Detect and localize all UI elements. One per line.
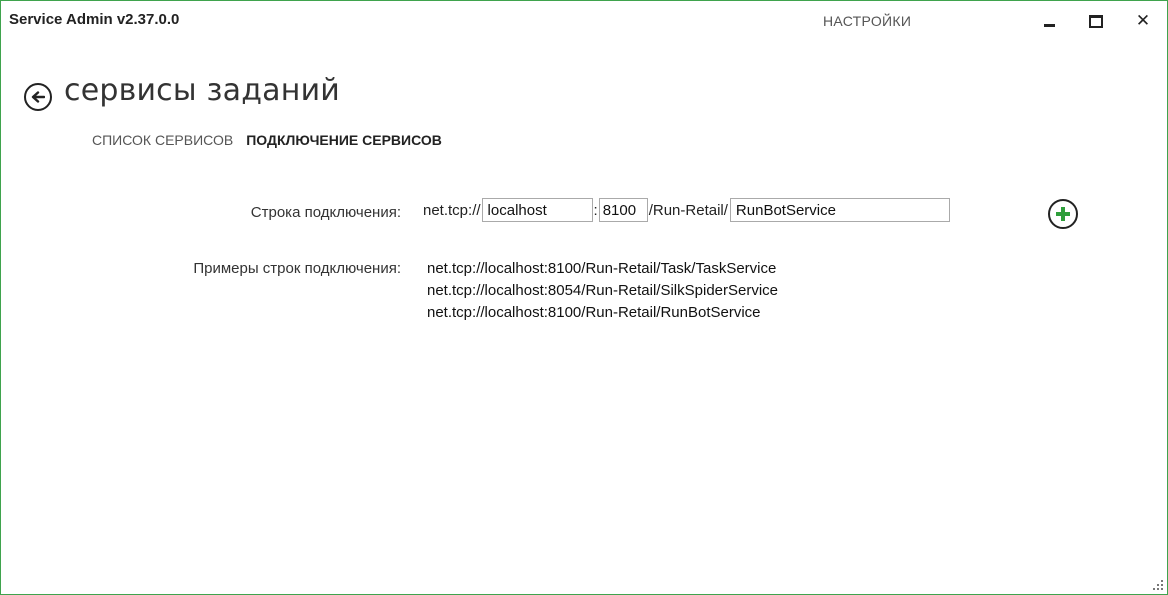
maximize-button[interactable] xyxy=(1080,7,1112,35)
plus-circle-icon xyxy=(1056,207,1070,221)
example-item: net.tcp://localhost:8100/Run-Retail/Task… xyxy=(427,260,777,277)
examples-label: Примеры строк подключения: xyxy=(193,260,401,277)
example-item: net.tcp://localhost:8054/Run-Retail/Silk… xyxy=(427,282,779,299)
examples-list: net.tcp://localhost:8100/Run-Retail/Task… xyxy=(427,258,778,324)
add-connection-button[interactable] xyxy=(1048,199,1078,229)
protocol-prefix: net.tcp:// xyxy=(423,201,481,219)
connection-string-label: Строка подключения: xyxy=(250,204,401,221)
tab-bar: СПИСОК СЕРВИСОВ ПОДКЛЮЧЕНИЕ СЕРВИСОВ xyxy=(92,132,442,148)
minimize-button[interactable] xyxy=(1033,7,1065,35)
connection-string-row: net.tcp:// localhost : 8100 /Run-Retail/… xyxy=(423,198,950,222)
resize-grip-icon[interactable] xyxy=(1151,578,1163,590)
port-input[interactable]: 8100 xyxy=(598,198,648,222)
back-button[interactable] xyxy=(24,83,52,111)
page-title: сервисы заданий xyxy=(64,73,340,108)
minimize-icon xyxy=(1043,24,1055,27)
app-window: Service Admin v2.37.0.0 НАСТРОЙКИ ✕ серв… xyxy=(0,0,1168,595)
maximize-icon xyxy=(1089,14,1103,28)
tab-service-list[interactable]: СПИСОК СЕРВИСОВ xyxy=(92,132,233,148)
service-name-input[interactable]: RunBotService xyxy=(729,198,950,222)
close-icon: ✕ xyxy=(1135,10,1151,31)
host-input[interactable]: localhost xyxy=(481,198,593,222)
path-text: /Run-Retail/ xyxy=(648,201,728,219)
settings-link[interactable]: НАСТРОЙКИ xyxy=(823,13,911,29)
arrow-left-icon xyxy=(31,91,45,103)
close-button[interactable]: ✕ xyxy=(1127,7,1159,35)
tab-service-connection[interactable]: ПОДКЛЮЧЕНИЕ СЕРВИСОВ xyxy=(246,132,442,148)
title-bar[interactable]: Service Admin v2.37.0.0 НАСТРОЙКИ ✕ xyxy=(1,1,1167,41)
app-title: Service Admin v2.37.0.0 xyxy=(9,11,180,28)
example-item: net.tcp://localhost:8100/Run-Retail/RunB… xyxy=(427,304,761,321)
